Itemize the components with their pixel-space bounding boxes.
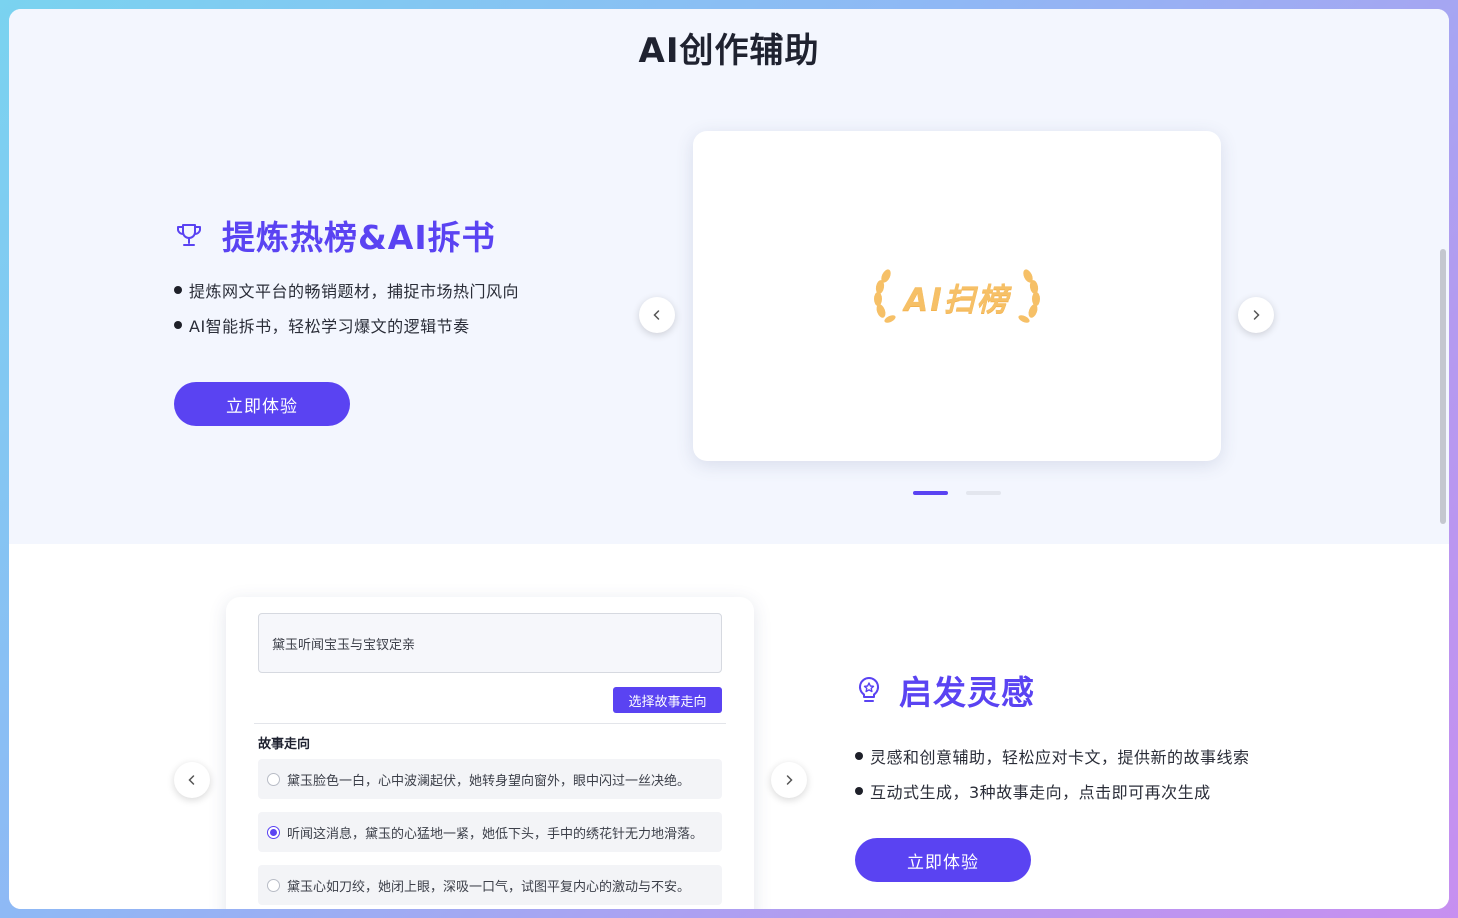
lightbulb-icon <box>855 675 883 705</box>
bullet-item: 灵感和创意辅助，轻松应对卡文，提供新的故事线索 <box>855 738 1250 773</box>
chevron-left-icon <box>653 310 660 320</box>
carousel-prev-button[interactable] <box>639 297 675 333</box>
feature-title-text: 提炼热榜&AI拆书 <box>222 218 496 257</box>
story-option[interactable]: 黛玉心如刀绞，她闭上眼，深吸一口气，试图平复内心的激动与不安。 <box>258 865 722 905</box>
demo-prev-button[interactable] <box>174 762 210 798</box>
story-prompt-input[interactable]: 黛玉听闻宝玉与宝钗定亲 <box>258 613 722 673</box>
bullet-text: 互动式生成，3种故事走向，点击即可再次生成 <box>870 782 1211 802</box>
try-now-button-hot-list[interactable]: 立即体验 <box>174 382 350 426</box>
chevron-right-icon <box>1253 310 1260 320</box>
inspiration-demo-card: 黛玉听闻宝玉与宝钗定亲 选择故事走向 故事走向 黛玉脸色一白，心中波澜起伏，她转… <box>226 597 754 909</box>
carousel-next-button[interactable] <box>1238 297 1274 333</box>
carousel-slide-card: AI扫榜 <box>693 131 1221 461</box>
divider <box>254 723 726 724</box>
bullet-text: 提炼网文平台的畅销题材，捕捉市场热门风向 <box>189 281 520 301</box>
bullet-dot <box>855 786 863 795</box>
feature-bullets-inspiration: 灵感和创意辅助，轻松应对卡文，提供新的故事线索 互动式生成，3种故事走向，点击即… <box>855 738 1250 808</box>
page-title: AI创作辅助 <box>638 31 820 71</box>
chevron-left-icon <box>188 775 195 785</box>
story-option-text: 听闻这消息，黛玉的心猛地一紧，她低下头，手中的绣花针无力地滑落。 <box>287 826 704 842</box>
laurel-right-icon <box>1018 269 1040 323</box>
feature-title-text: 启发灵感 <box>899 673 1035 712</box>
bullet-item: AI智能拆书，轻松学习爆文的逻辑节奏 <box>174 307 519 342</box>
carousel-indicator[interactable] <box>966 491 1001 495</box>
bullet-item: 互动式生成，3种故事走向，点击即可再次生成 <box>855 773 1250 808</box>
bullet-dot <box>174 285 182 294</box>
story-direction-label: 故事走向 <box>258 737 311 752</box>
trophy-icon <box>174 220 204 250</box>
radio-checked-icon[interactable] <box>267 825 280 839</box>
laurel-left-icon <box>874 269 896 323</box>
story-option-text: 黛玉心如刀绞，她闭上眼，深吸一口气，试图平复内心的激动与不安。 <box>287 879 691 895</box>
feature-title-inspiration: 启发灵感 <box>855 666 1035 714</box>
try-now-button-inspiration[interactable]: 立即体验 <box>855 838 1031 882</box>
section-hot-list: AI创作辅助 提炼热榜&AI拆书 提炼网文平台的畅销题材，捕捉市场热门风向 AI… <box>9 9 1449 544</box>
feature-bullets-hot-list: 提炼网文平台的畅销题材，捕捉市场热门风向 AI智能拆书，轻松学习爆文的逻辑节奏 <box>174 272 519 342</box>
story-option[interactable]: 黛玉脸色一白，心中波澜起伏，她转身望向窗外，眼中闪过一丝决绝。 <box>258 759 722 799</box>
app-window: AI创作辅助 提炼热榜&AI拆书 提炼网文平台的畅销题材，捕捉市场热门风向 AI… <box>9 9 1449 909</box>
bullet-dot <box>174 320 182 329</box>
carousel-indicator-active[interactable] <box>913 491 948 495</box>
bullet-text: 灵感和创意辅助，轻松应对卡文，提供新的故事线索 <box>870 747 1250 767</box>
demo-next-button[interactable] <box>771 762 807 798</box>
select-story-direction-button[interactable]: 选择故事走向 <box>613 687 722 713</box>
chevron-right-icon <box>786 775 793 785</box>
section-inspiration: 黛玉听闻宝玉与宝钗定亲 选择故事走向 故事走向 黛玉脸色一白，心中波澜起伏，她转… <box>9 544 1449 909</box>
feature-title-hot-list: 提炼热榜&AI拆书 <box>174 211 496 259</box>
radio-icon[interactable] <box>267 772 280 786</box>
radio-icon[interactable] <box>267 878 280 892</box>
bullet-dot <box>855 751 863 760</box>
story-option-text: 黛玉脸色一白，心中波澜起伏，她转身望向窗外，眼中闪过一丝决绝。 <box>287 773 691 789</box>
bullet-item: 提炼网文平台的畅销题材，捕捉市场热门风向 <box>174 272 519 307</box>
scrollbar-thumb[interactable] <box>1440 249 1446 524</box>
bullet-text: AI智能拆书，轻松学习爆文的逻辑节奏 <box>189 316 470 336</box>
logo-text: AI扫榜 <box>904 281 1010 318</box>
ai-scan-logo: AI扫榜 <box>693 131 1221 461</box>
story-option-selected[interactable]: 听闻这消息，黛玉的心猛地一紧，她低下头，手中的绣花针无力地滑落。 <box>258 812 722 852</box>
